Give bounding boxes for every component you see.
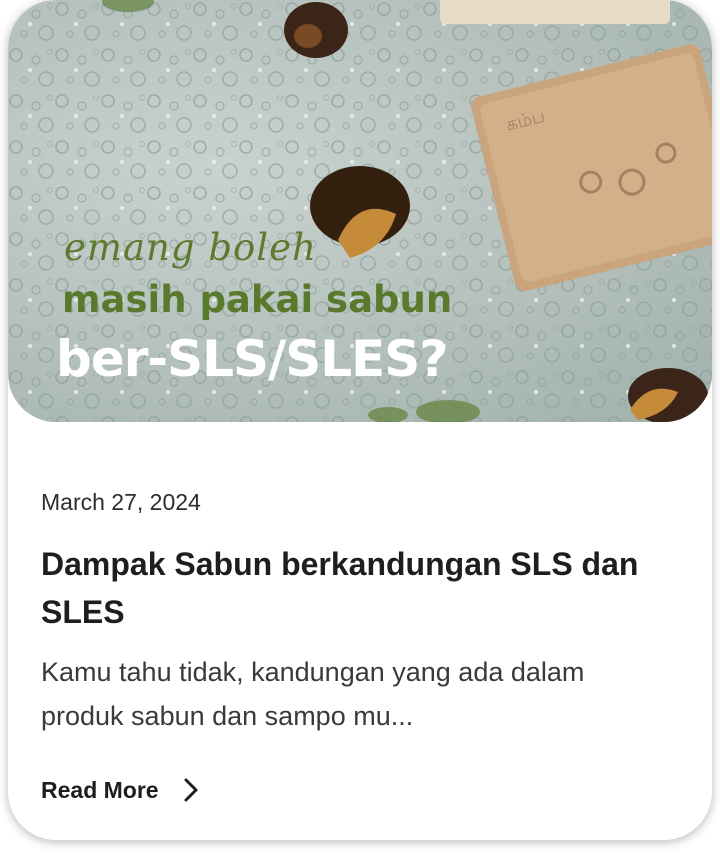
image-headline-line-1: emang boleh: [64, 226, 317, 269]
read-more-link[interactable]: Read More: [41, 770, 201, 810]
image-headline-line-3: ber-SLS/SLES?: [56, 330, 448, 388]
blog-post-card[interactable]: கம்ப emang boleh masih pakai sabun ber-S…: [8, 0, 712, 840]
image-headline-line-2: masih pakai sabun: [62, 278, 453, 321]
post-title[interactable]: Dampak Sabun berkandungan SLS dan SLES: [41, 540, 681, 636]
read-more-label[interactable]: Read More: [41, 777, 159, 804]
post-date: March 27, 2024: [41, 489, 201, 515]
post-featured-image[interactable]: கம்ப emang boleh masih pakai sabun ber-S…: [8, 0, 712, 422]
chevron-right-icon[interactable]: [181, 776, 201, 804]
post-excerpt: Kamu tahu tidak, kandungan yang ada dala…: [41, 657, 585, 731]
